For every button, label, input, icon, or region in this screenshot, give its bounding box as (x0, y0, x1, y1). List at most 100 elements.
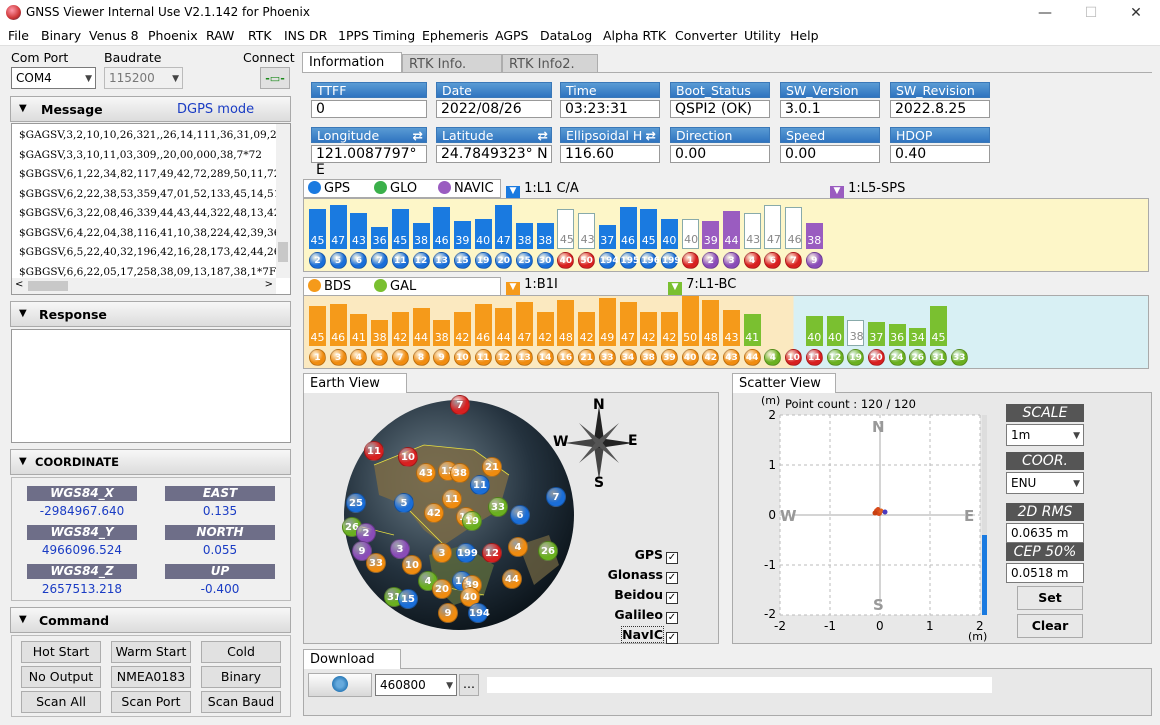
sat-id-badge[interactable]: 4 (743, 252, 761, 269)
sat-id-badge[interactable]: 11 (391, 252, 409, 269)
sat-id-badge[interactable]: 12 (826, 349, 844, 366)
earth-sat-marker[interactable]: 11 (470, 475, 490, 495)
sat-id-badge[interactable]: 21 (578, 349, 596, 366)
earth-sat-marker[interactable]: 6 (510, 505, 530, 525)
menu-binary[interactable]: Binary (41, 28, 81, 43)
horizontal-scrollbar[interactable]: < > (12, 278, 276, 294)
sat-id-badge[interactable]: 38 (640, 349, 658, 366)
clear-button[interactable]: Clear (1017, 614, 1083, 638)
sat-id-badge[interactable]: 194 (598, 252, 619, 269)
sat-id-badge[interactable]: 2 (309, 252, 326, 269)
sat-id-badge[interactable]: 2 (702, 252, 720, 269)
sat-id-badge[interactable]: 40 (557, 252, 575, 269)
earth-sat-marker[interactable]: 12 (482, 543, 502, 563)
swap-icon[interactable]: ⇄ (413, 128, 423, 144)
earth-sat-marker[interactable]: 5 (394, 493, 414, 513)
earth-sat-marker[interactable]: 33 (366, 553, 386, 573)
filter-gps[interactable]: GPS ✓ (598, 545, 678, 565)
sat-id-badge[interactable]: 3 (329, 349, 347, 366)
filter-navic[interactable]: NavIC ✓ (598, 625, 678, 645)
sat-id-badge[interactable]: 31 (930, 349, 947, 366)
binary-button[interactable]: Binary (201, 666, 281, 688)
earth-sat-marker[interactable]: 10 (398, 447, 418, 467)
earth-sat-marker[interactable]: 10 (402, 555, 422, 575)
sat-id-badge[interactable]: 39 (660, 349, 678, 366)
menu-file[interactable]: File (8, 28, 29, 43)
earth-sat-marker[interactable]: 38 (450, 463, 470, 483)
response-header[interactable]: ▼ Response (10, 301, 291, 327)
minimize-button[interactable]: — (1022, 0, 1068, 26)
maximize-button[interactable]: ☐ (1068, 0, 1114, 26)
menu-help[interactable]: Help (790, 28, 819, 43)
sat-id-badge[interactable]: 11 (474, 349, 492, 366)
sat-id-badge[interactable]: 9 (433, 349, 451, 366)
check-icon[interactable]: ✓ (666, 592, 678, 604)
sat-id-badge[interactable]: 196 (640, 252, 660, 269)
sat-id-badge[interactable]: 40 (681, 349, 699, 366)
earth-sat-marker[interactable]: 11 (442, 489, 462, 509)
sat-id-badge[interactable]: 199 (660, 252, 681, 269)
earth-sat-marker[interactable]: 3 (432, 543, 452, 563)
earth-sat-marker[interactable]: 26 (538, 541, 558, 561)
sat-id-badge[interactable]: 44 (743, 349, 761, 366)
earth-sat-marker[interactable]: 11 (364, 441, 384, 461)
warm-start-button[interactable]: Warm Start (111, 641, 191, 663)
connect-button[interactable]: -▭- (260, 67, 290, 89)
sat-id-badge[interactable]: 33 (950, 349, 968, 366)
menu-venus8[interactable]: Venus 8 (89, 28, 139, 43)
scan-port-button[interactable]: Scan Port (111, 691, 191, 713)
tab-rtk-info[interactable]: RTK Info. (402, 54, 502, 73)
scale-select[interactable]: 1m ▼ (1006, 424, 1084, 446)
sat-id-badge[interactable]: 4 (350, 349, 368, 366)
sat-id-badge[interactable]: 9 (805, 252, 823, 269)
earth-sat-marker[interactable]: 4 (508, 537, 528, 557)
sat-id-badge[interactable]: 34 (619, 349, 637, 366)
sat-id-badge[interactable]: 8 (412, 349, 430, 366)
sat-id-badge[interactable]: 13 (433, 252, 451, 269)
menu-datalog[interactable]: DataLog (540, 28, 592, 43)
earth-sat-marker[interactable]: 199 (456, 543, 478, 563)
sat-id-badge[interactable]: 195 (619, 252, 639, 269)
earth-sat-marker[interactable]: 33 (488, 497, 508, 517)
check-icon[interactable]: ✓ (666, 552, 678, 564)
earth-sat-marker[interactable]: 19 (462, 511, 482, 531)
sat-id-badge[interactable]: 25 (516, 252, 533, 269)
sat-id-badge[interactable]: 30 (536, 252, 554, 269)
cold-start-button[interactable]: Cold Start(R) (201, 641, 281, 679)
sat-id-badge[interactable]: 5 (329, 252, 347, 269)
sat-id-badge[interactable]: 7 (391, 349, 409, 366)
scatter-view-tab[interactable]: Scatter View (732, 373, 836, 393)
message-header[interactable]: ▼ Message DGPS mode (10, 96, 291, 122)
filter-glonass[interactable]: Glonass ✓ (598, 565, 678, 585)
sat-id-badge[interactable]: 4 (764, 349, 782, 366)
sat-id-badge[interactable]: 1 (309, 349, 326, 366)
band-select-l1bc[interactable]: ▼ 7:L1-BC (668, 277, 736, 296)
check-icon[interactable]: ✓ (666, 612, 678, 624)
sat-id-badge[interactable]: 20 (495, 252, 513, 269)
filter-galileo[interactable]: Galileo ✓ (598, 605, 678, 625)
close-button[interactable]: ✕ (1113, 0, 1159, 26)
scan-all-button[interactable]: Scan All (21, 691, 101, 713)
sat-id-badge[interactable]: 50 (578, 252, 596, 269)
sat-id-badge[interactable]: 11 (805, 349, 823, 366)
menu-insdr[interactable]: INS DR (284, 28, 327, 43)
baud-select[interactable]: 115200 ▼ (104, 67, 183, 89)
earth-sat-marker[interactable]: 25 (346, 493, 366, 513)
sat-id-badge[interactable]: 19 (847, 349, 865, 366)
sat-id-badge[interactable]: 16 (557, 349, 575, 366)
earth-view-tab[interactable]: Earth View (303, 373, 407, 393)
sat-id-badge[interactable]: 12 (412, 252, 430, 269)
download-button[interactable] (308, 673, 372, 697)
menu-1pps[interactable]: 1PPS Timing (338, 28, 415, 43)
browse-button[interactable]: ... (459, 674, 479, 696)
hot-start-button[interactable]: Hot Start (21, 641, 101, 663)
coor-select[interactable]: ENU ▼ (1006, 472, 1084, 494)
tab-information[interactable]: Information (302, 52, 402, 73)
check-icon[interactable]: ✓ (666, 572, 678, 584)
sat-id-badge[interactable]: 14 (536, 349, 554, 366)
coordinate-header[interactable]: ▼ COORDINATE (10, 449, 291, 475)
comport-select[interactable]: COM4 ▼ (11, 67, 96, 89)
sat-id-badge[interactable]: 6 (350, 252, 368, 269)
sat-id-badge[interactable]: 10 (453, 349, 471, 366)
earth-sat-marker[interactable]: 9 (438, 603, 458, 623)
